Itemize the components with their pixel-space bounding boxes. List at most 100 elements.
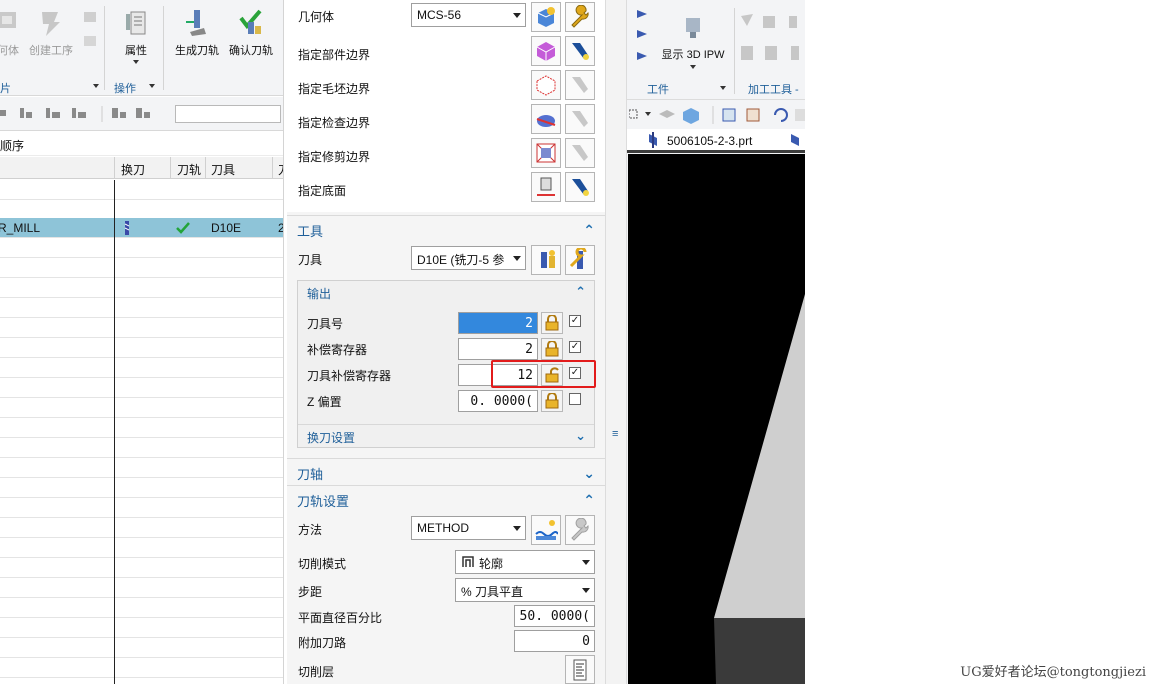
table-row[interactable]	[0, 478, 283, 498]
edit-method-button[interactable]	[565, 515, 595, 545]
create-operation-button[interactable]: 创建工序	[26, 8, 76, 58]
generate-toolpath-button[interactable]: 生成刀轨	[170, 8, 224, 58]
trim-boundary-select-button[interactable]	[531, 138, 561, 168]
tool-number-checkbox[interactable]: ✓	[569, 315, 581, 327]
tool-select[interactable]: D10E (铣刀-5 参	[411, 246, 526, 270]
tool-section-header[interactable]: 工具 ⌃	[287, 215, 605, 241]
table-row[interactable]	[0, 578, 283, 598]
lock-icon	[545, 393, 559, 409]
path-settings-section-header[interactable]: 刀轨设置 ⌃	[287, 485, 605, 511]
table-row[interactable]	[0, 180, 283, 200]
table-row[interactable]	[0, 298, 283, 318]
z-offset-lock-button[interactable]	[541, 390, 563, 412]
table-row[interactable]	[0, 638, 283, 658]
table-row[interactable]	[0, 598, 283, 618]
chevron-down-icon	[513, 526, 521, 531]
verify-toolpath-button[interactable]: 确认刀轨	[226, 8, 276, 58]
table-row[interactable]	[0, 438, 283, 458]
tool-section-title: 工具	[297, 224, 324, 239]
additional-passes-field[interactable]: 0	[514, 630, 595, 652]
table-row[interactable]	[0, 278, 283, 298]
floor-select-button[interactable]	[531, 172, 561, 202]
splitter-grip-icon[interactable]: ≡	[612, 428, 618, 440]
column-toolchange[interactable]: 换刀	[121, 161, 145, 178]
cut-pattern-select[interactable]: 轮廓	[455, 550, 595, 574]
column-path[interactable]: 刀轨	[177, 161, 201, 178]
tool-number-lock-button[interactable]	[541, 312, 563, 334]
cut-levels-button[interactable]	[565, 655, 595, 684]
blank-boundary-select-button[interactable]	[531, 70, 561, 100]
floor-show-button[interactable]	[565, 172, 595, 202]
check-boundary-icon	[536, 115, 556, 127]
watermark-text: UG爱好者论坛@tongtongjiezi	[960, 665, 1146, 680]
column-tool[interactable]: 刀具	[211, 161, 235, 178]
new-tool-button[interactable]	[531, 245, 561, 275]
toolchange-subsection-header[interactable]: 换刀设置 ⌄	[298, 424, 594, 446]
part-boundary-show-button[interactable]	[565, 36, 595, 66]
new-method-button[interactable]	[531, 515, 561, 545]
tool-axis-section-header[interactable]: 刀轴 ⌄	[287, 458, 605, 484]
column-more[interactable]: 刀	[278, 161, 283, 178]
table-row[interactable]	[0, 200, 283, 220]
table-row[interactable]	[0, 658, 283, 678]
workpiece-small-icons[interactable]	[635, 8, 655, 68]
adjust-register-label: 补偿寄存器	[307, 343, 368, 357]
chevron-down-icon[interactable]	[720, 86, 726, 90]
edit-geometry-button[interactable]	[565, 2, 595, 32]
table-row[interactable]	[0, 258, 283, 278]
adjust-register-lock-button[interactable]	[541, 338, 563, 360]
chevron-down-icon[interactable]	[93, 84, 99, 88]
table-row[interactable]	[0, 398, 283, 418]
table-row[interactable]	[0, 498, 283, 518]
3d-viewport[interactable]	[628, 154, 805, 684]
tool-change-icon	[124, 221, 130, 235]
blank-boundary-show-button[interactable]	[565, 70, 595, 100]
navigator-view-icons	[0, 106, 150, 122]
view-toolbar	[627, 99, 805, 129]
adjust-register-checkbox[interactable]: ✓	[569, 341, 581, 353]
file-tab-label[interactable]: 5006105-2-3.prt	[667, 134, 752, 148]
table-row[interactable]	[0, 358, 283, 378]
part-boundary-select-button[interactable]	[531, 36, 561, 66]
cutcom-register-label: 刀具补偿寄存器	[307, 369, 392, 383]
table-row[interactable]	[0, 378, 283, 398]
z-offset-field[interactable]: 0. 0000(	[458, 390, 538, 412]
adjust-register-field[interactable]: 2	[458, 338, 538, 360]
table-row[interactable]	[0, 338, 283, 358]
trim-boundary-icon	[536, 143, 556, 163]
chevron-down-icon[interactable]	[149, 84, 155, 88]
output-subsection-header[interactable]: 输出 ⌃	[298, 281, 594, 303]
percent-flat-diameter-field[interactable]: 50. 0000(	[514, 605, 595, 627]
table-row[interactable]	[0, 558, 283, 578]
navigator-filter-input[interactable]	[175, 105, 281, 123]
table-row[interactable]	[0, 618, 283, 638]
table-row[interactable]	[0, 538, 283, 558]
panel-splitter[interactable]: ≡	[605, 0, 627, 684]
table-row[interactable]	[0, 318, 283, 338]
table-row[interactable]	[0, 238, 283, 258]
table-row-selected[interactable]: R_MILL D10E 2	[0, 218, 283, 238]
check-boundary-select-button[interactable]	[531, 104, 561, 134]
view-toolbar-icons[interactable]	[629, 106, 805, 124]
properties-icon	[126, 11, 146, 35]
path-settings-section-title: 刀轨设置	[297, 494, 350, 509]
properties-button[interactable]: 属性	[114, 8, 158, 64]
trim-boundary-show-button[interactable]	[565, 138, 595, 168]
check-boundary-show-button[interactable]	[565, 104, 595, 134]
machining-tool-icons[interactable]	[739, 12, 803, 64]
method-select[interactable]: METHOD	[411, 516, 526, 540]
stepover-select[interactable]: % 刀具平直	[455, 578, 595, 602]
show-3d-ipw-button[interactable]: 显示 3D IPW	[657, 12, 729, 69]
table-row[interactable]	[0, 458, 283, 478]
check-icon	[176, 222, 190, 234]
edit-tool-button[interactable]	[565, 245, 595, 275]
geometry-select[interactable]: MCS-56	[411, 3, 526, 27]
chevron-down-icon: ⌄	[575, 428, 586, 443]
table-row[interactable]	[0, 518, 283, 538]
new-geometry-button[interactable]	[531, 2, 561, 32]
geometry-button[interactable]: 何体	[0, 8, 20, 58]
tool-number-field[interactable]: 2	[458, 312, 538, 334]
table-row[interactable]	[0, 418, 283, 438]
z-offset-checkbox[interactable]	[569, 393, 581, 405]
edit-tool-icon	[569, 248, 587, 269]
